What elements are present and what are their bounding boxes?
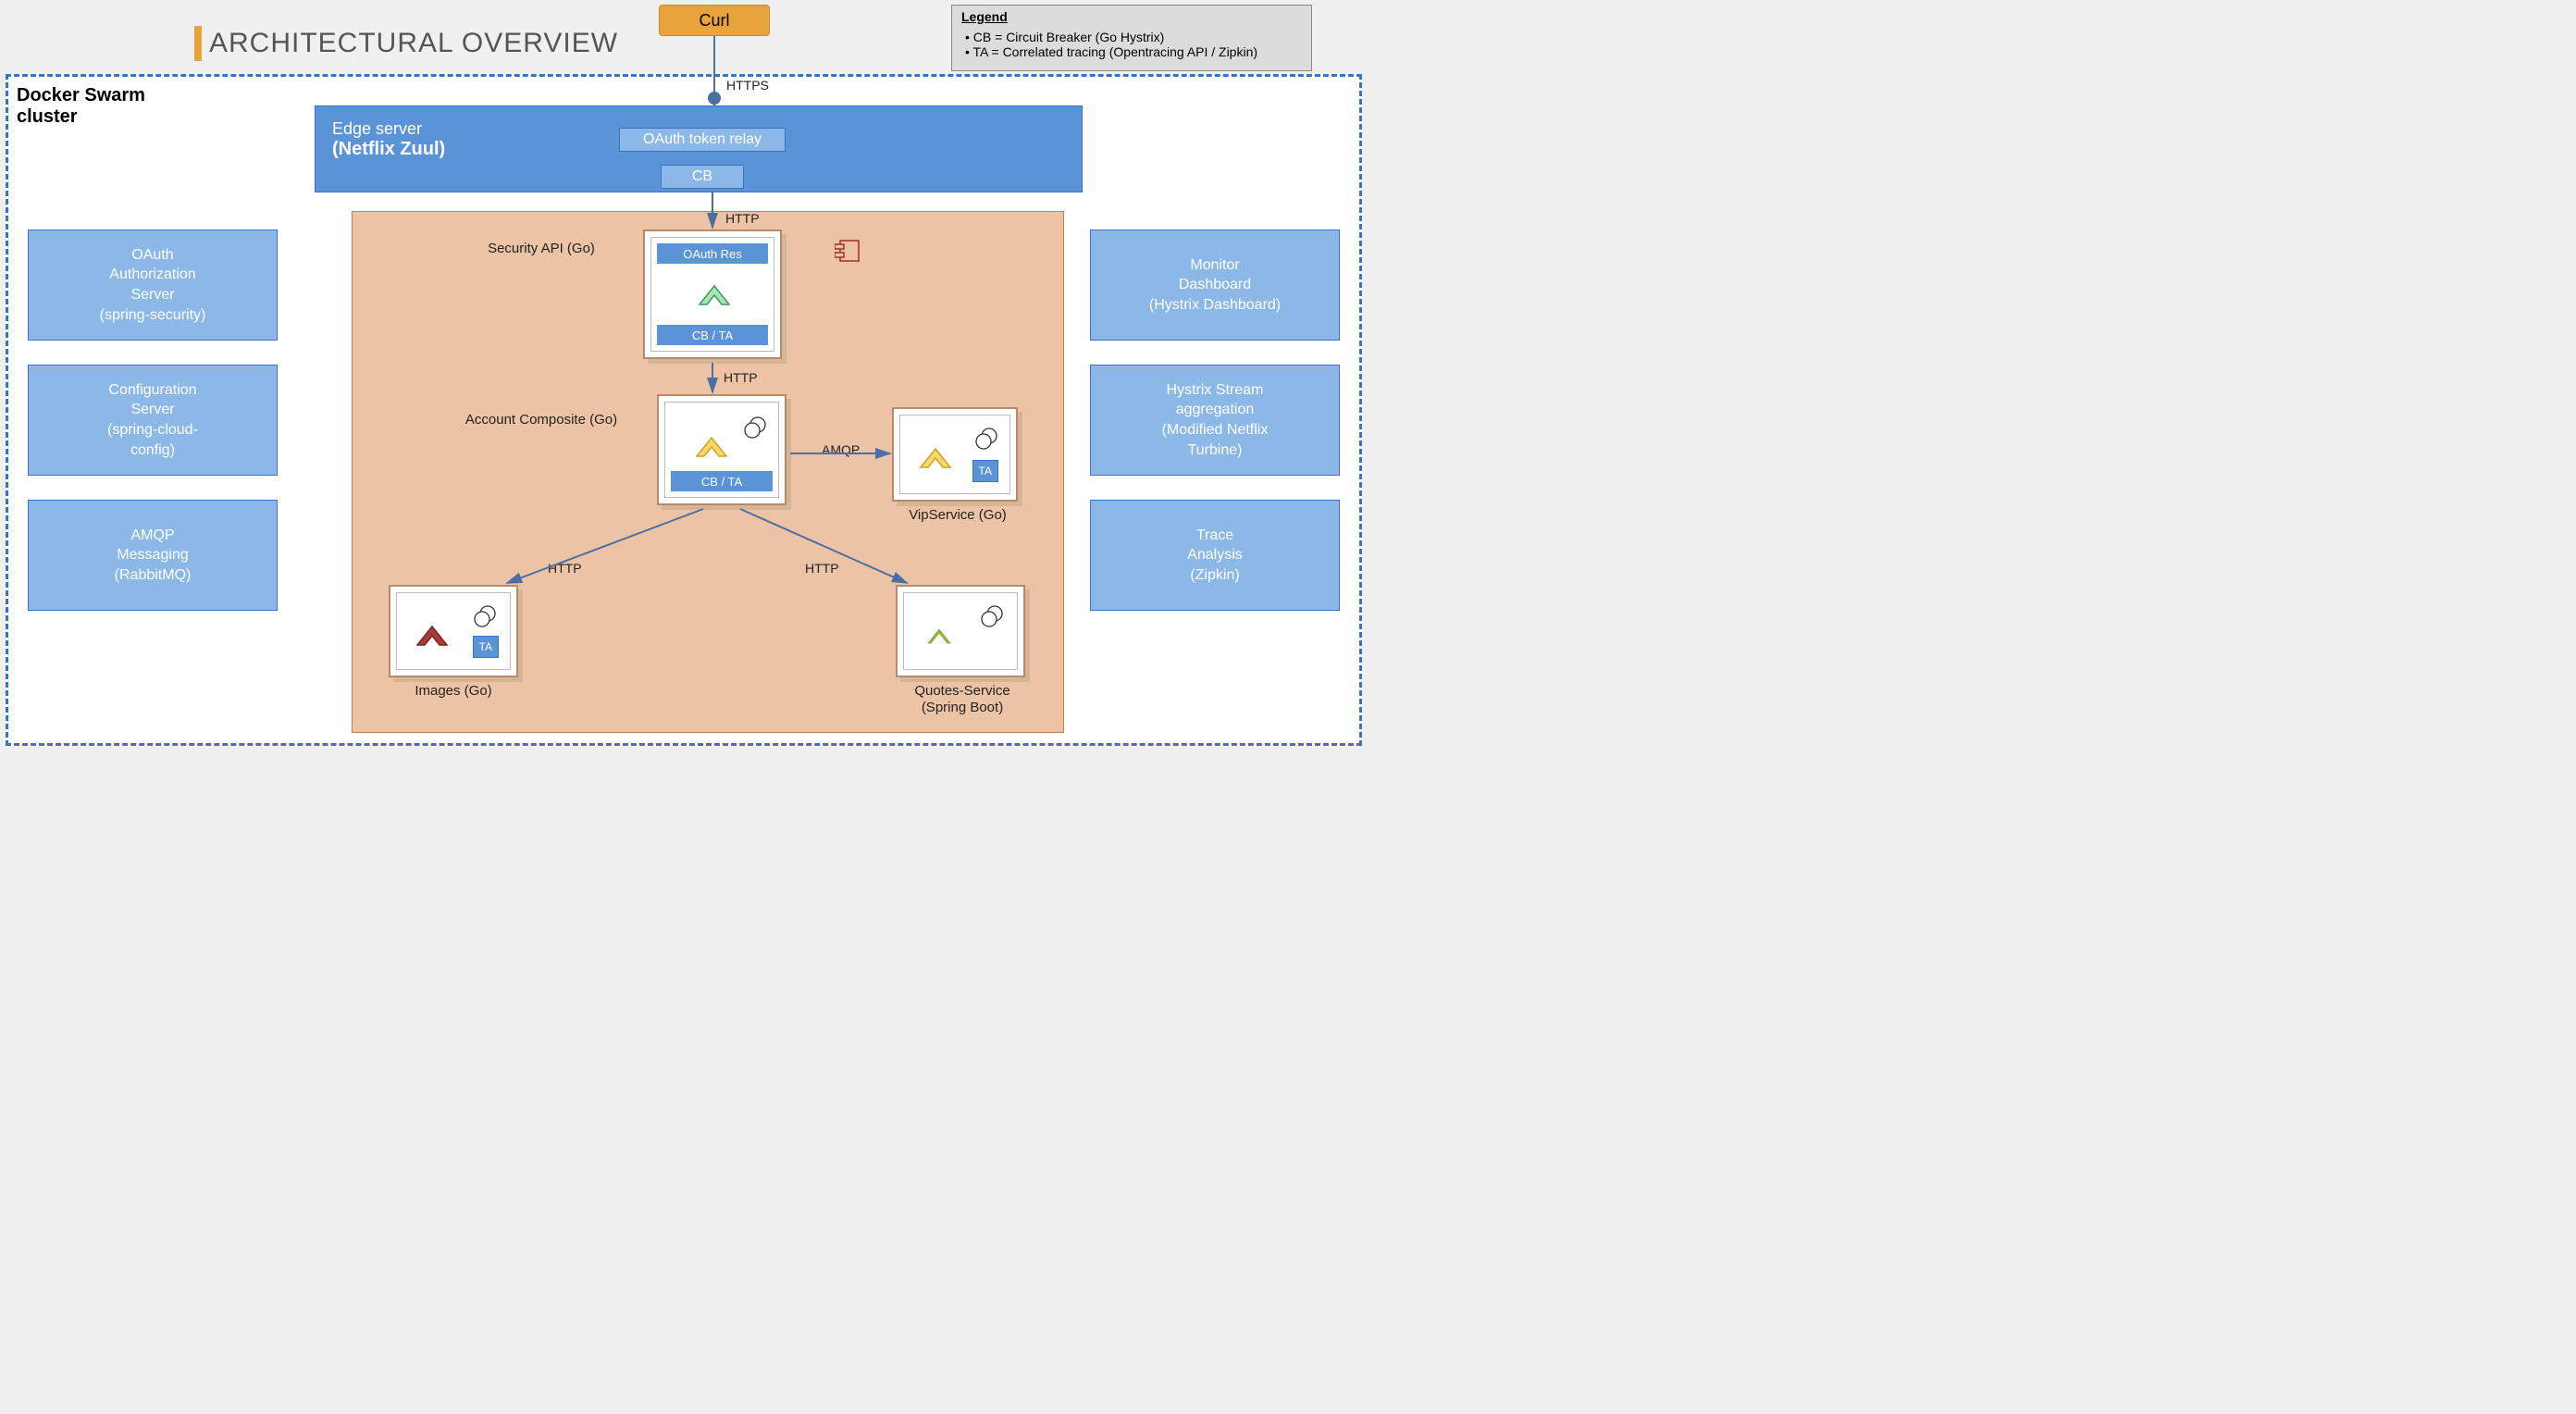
http-label-4: HTTP — [805, 561, 839, 576]
images-node: TA — [389, 585, 518, 677]
legend-item-cb: • CB = Circuit Breaker (Go Hystrix) — [965, 30, 1302, 44]
images-inner: TA — [396, 592, 511, 670]
amqp-l2: Messaging — [117, 545, 188, 565]
chevron-icon — [917, 443, 954, 471]
images-ta-chip: TA — [473, 636, 499, 658]
quotes-l1: Quotes-Service — [888, 683, 1036, 700]
oauth-l4: (spring-security) — [100, 305, 206, 326]
legend-title: Legend — [961, 9, 1302, 24]
circle-pair-icon — [980, 604, 1004, 628]
curl-label: Curl — [699, 11, 729, 31]
edge-cb-badge: CB — [661, 165, 744, 189]
cluster-label-l1: Docker Swarm — [17, 85, 145, 106]
circle-pair-icon — [974, 427, 998, 451]
quotes-service-node — [896, 585, 1025, 677]
chevron-icon — [414, 621, 451, 649]
https-label: HTTPS — [726, 78, 769, 93]
oauth-l3: Server — [130, 285, 174, 305]
config-l1: Configuration — [108, 380, 196, 401]
hystrix-stream-panel: Hystrix Stream aggregation (Modified Net… — [1090, 365, 1340, 476]
oauth-l2: Authorization — [109, 265, 195, 285]
monitor-l3: (Hystrix Dashboard) — [1149, 295, 1281, 316]
account-inner: CB / TA — [664, 402, 779, 498]
legend: Legend • CB = Circuit Breaker (Go Hystri… — [951, 5, 1312, 71]
vip-inner: TA — [899, 415, 1010, 494]
amqp-l1: AMQP — [130, 526, 174, 546]
cluster-label-l2: cluster — [17, 106, 145, 128]
title-accent — [194, 26, 202, 61]
vip-service-label: VipService (Go) — [888, 507, 1027, 523]
quotes-inner — [903, 592, 1018, 670]
oauth-server-panel: OAuth Authorization Server (spring-secur… — [28, 229, 278, 341]
chevron-icon — [693, 432, 730, 460]
trace-l1: Trace — [1196, 526, 1233, 546]
security-api-node: OAuth Res CB / TA — [643, 229, 782, 359]
amqp-l3: (RabbitMQ) — [115, 565, 192, 586]
component-icon — [835, 239, 861, 263]
security-header: OAuth Res — [657, 243, 768, 264]
title-text: ARCHITECTURAL OVERVIEW — [209, 28, 618, 59]
security-inner: OAuth Res CB / TA — [650, 237, 774, 352]
trace-analysis-panel: Trace Analysis (Zipkin) — [1090, 500, 1340, 611]
amqp-label: AMQP — [822, 442, 860, 457]
chevron-icon — [696, 280, 733, 308]
trace-l2: Analysis — [1187, 545, 1243, 565]
account-composite-node: CB / TA — [657, 394, 786, 505]
circle-pair-icon — [473, 604, 497, 628]
images-label: Images (Go) — [389, 683, 518, 699]
hystrix-l4: Turbine) — [1188, 440, 1243, 461]
chevron-icon — [921, 621, 958, 649]
quotes-l2: (Spring Boot) — [888, 700, 1036, 716]
http-label-3: HTTP — [548, 561, 582, 576]
oauth-l1: OAuth — [131, 245, 173, 266]
trace-l3: (Zipkin) — [1190, 565, 1239, 586]
vip-ta-chip: TA — [972, 460, 998, 482]
monitor-l1: Monitor — [1190, 255, 1239, 276]
monitor-dashboard-panel: Monitor Dashboard (Hystrix Dashboard) — [1090, 229, 1340, 341]
hystrix-l2: aggregation — [1176, 400, 1255, 420]
amqp-panel: AMQP Messaging (RabbitMQ) — [28, 500, 278, 611]
account-footer: CB / TA — [671, 471, 773, 491]
oauth-token-relay-badge: OAuth token relay — [619, 128, 786, 152]
curl-node: Curl — [659, 5, 770, 36]
config-l2: Server — [130, 400, 174, 420]
http-label-1: HTTP — [725, 211, 760, 226]
monitor-l2: Dashboard — [1179, 275, 1251, 295]
quotes-service-label: Quotes-Service (Spring Boot) — [888, 683, 1036, 716]
page-title: ARCHITECTURAL OVERVIEW — [194, 26, 618, 61]
http-label-2: HTTP — [724, 370, 758, 385]
security-api-label: Security API (Go) — [463, 241, 620, 256]
legend-item-ta: • TA = Correlated tracing (Opentracing A… — [965, 44, 1302, 59]
config-server-panel: Configuration Server (spring-cloud- conf… — [28, 365, 278, 476]
vip-service-node: TA — [892, 407, 1018, 502]
circle-pair-icon — [743, 416, 767, 440]
account-composite-label: Account Composite (Go) — [444, 412, 638, 428]
hystrix-l1: Hystrix Stream — [1167, 380, 1264, 401]
config-l4: config) — [130, 440, 175, 461]
cluster-label: Docker Swarm cluster — [17, 85, 145, 128]
hystrix-l3: (Modified Netflix — [1162, 420, 1269, 440]
config-l3: (spring-cloud- — [107, 420, 198, 440]
security-footer: CB / TA — [657, 325, 768, 345]
